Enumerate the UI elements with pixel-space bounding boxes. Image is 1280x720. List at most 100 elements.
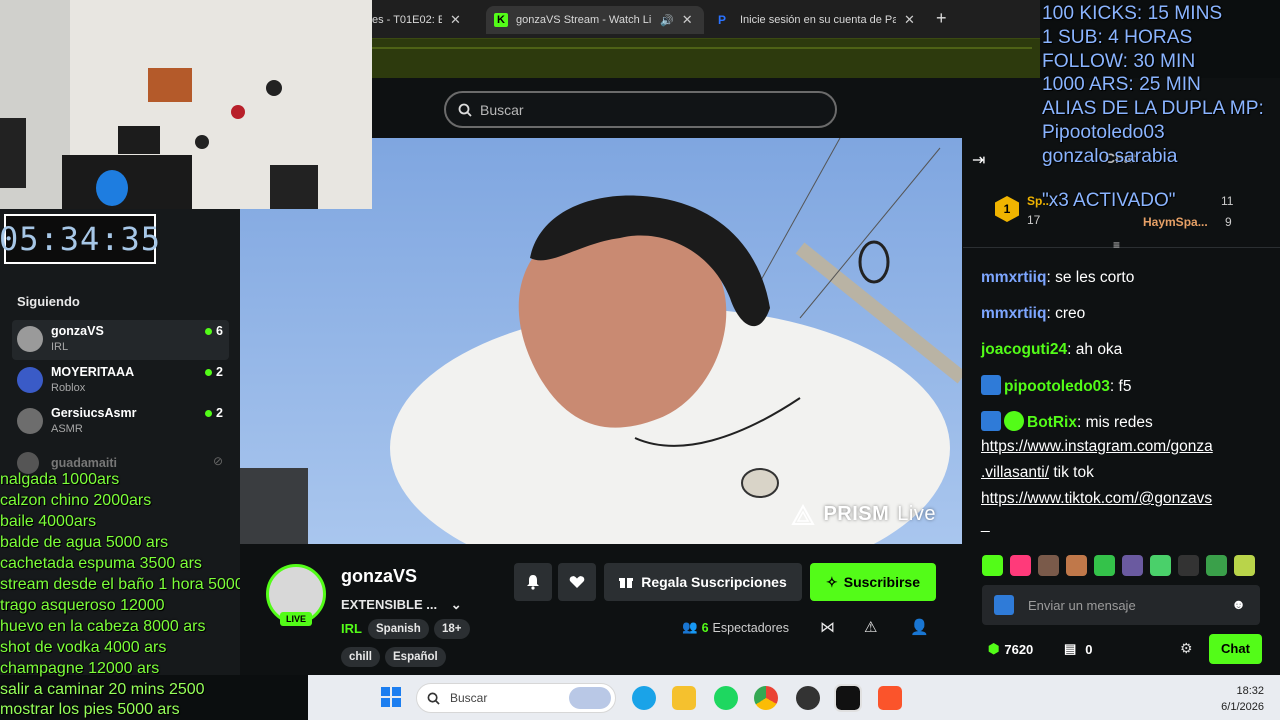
chat-text: _ — [981, 516, 990, 533]
instagram-link-cont[interactable]: .villasanti/ — [981, 464, 1049, 481]
close-tab-icon[interactable]: ✕ — [450, 12, 461, 28]
webcam-overlay — [0, 0, 372, 209]
close-tab-icon[interactable]: ✕ — [904, 12, 915, 28]
chat-input[interactable]: Enviar un mensaje ☻ — [982, 585, 1260, 625]
emote-icon[interactable] — [1094, 555, 1115, 576]
sidebar-item-guadamaiti[interactable]: guadamaiti ⊘ — [12, 450, 229, 474]
stream-title-text: EXTENSIBLE ... — [341, 597, 438, 612]
emote-icon[interactable] — [1234, 555, 1255, 576]
offline-icon: ⊘ — [212, 454, 223, 468]
user-plus-icon[interactable]: 👤 — [910, 618, 929, 636]
channel-name[interactable]: gonzaVS — [341, 566, 417, 587]
expand-icon[interactable]: ≡ — [1113, 238, 1120, 252]
prism-logo-icon — [791, 503, 816, 525]
obs-icon[interactable] — [796, 686, 820, 710]
emote-icon[interactable] — [1122, 555, 1143, 576]
price-item: salir a caminar 20 mins 2500 — [0, 680, 205, 698]
browser-tab-3[interactable]: P Inicie sesión en su cuenta de Pa ✕ — [712, 6, 924, 34]
goal-line: ALIAS DE LA DUPLA MP: — [1042, 98, 1264, 120]
viewer-count-label: Espectadores — [712, 620, 789, 635]
sparkle-icon: ✧ — [826, 573, 838, 590]
emote-icon[interactable] — [1206, 555, 1227, 576]
browser-tab-2[interactable]: K gonzaVS Stream - Watch Li 🔊 ✕ — [486, 6, 704, 34]
gift-subs-label: Regala Suscripciones — [641, 574, 787, 590]
instagram-link[interactable]: https://www.instagram.com/gonza — [981, 438, 1213, 455]
tag[interactable]: Español — [385, 647, 446, 667]
sidebar-item-gersiucsasmr[interactable]: GersiucsAsmr ASMR 2 — [12, 402, 229, 442]
chat-username[interactable]: BotRix — [1027, 414, 1077, 431]
edge-icon[interactable] — [632, 686, 656, 710]
browser-tab-bar: es - T01E02: El ✕ K gonzaVS Stream - Wat… — [372, 0, 1040, 38]
follow-button[interactable] — [558, 563, 596, 601]
report-icon[interactable]: ⚠ — [864, 618, 877, 636]
goal-line: gonzalo sarabia — [1042, 145, 1178, 167]
chat-username[interactable]: mmxrtiiq — [981, 269, 1046, 286]
chat-link[interactable]: https://www.instagram.com/gonza — [981, 438, 1213, 456]
file-explorer-icon[interactable] — [672, 686, 696, 710]
browser-tab-1[interactable]: es - T01E02: El ✕ — [372, 6, 482, 34]
avatar — [17, 326, 43, 352]
collapse-chat-icon[interactable]: ⇥ — [972, 150, 985, 170]
tab-title: Inicie sesión en su cuenta de Pa — [740, 14, 896, 26]
chat-message: pipootoledo03: f5 — [981, 375, 1131, 396]
notifications-button[interactable] — [514, 563, 552, 601]
channel-points[interactable]: ⬢ 7620 — [988, 641, 1033, 657]
taskbar-clock[interactable]: 18:32 6/1/2026 — [1208, 683, 1264, 715]
chevron-down-icon[interactable]: ⌄ — [451, 597, 462, 612]
kick-favicon-icon: K — [494, 13, 508, 27]
chest-count[interactable]: ▤ 0 — [1064, 641, 1093, 657]
chat-message: mmxrtiiq: se les corto — [981, 269, 1134, 287]
new-tab-button[interactable]: + — [936, 8, 947, 29]
emote-icon[interactable] — [1038, 555, 1059, 576]
tiktok-link[interactable]: https://www.tiktok.com/@gonzavs — [981, 490, 1212, 507]
tag[interactable]: 18+ — [434, 619, 470, 639]
search-input[interactable]: Buscar — [444, 91, 837, 128]
emote-icon[interactable] — [1066, 555, 1087, 576]
tab-title: gonzaVS Stream - Watch Li — [516, 14, 652, 26]
emote-icon[interactable] — [1178, 555, 1199, 576]
emoji-icon[interactable]: ☻ — [1231, 596, 1246, 612]
viewer-count: 2 — [205, 406, 223, 420]
brave-icon[interactable] — [878, 686, 902, 710]
sidebar-item-gonzavs[interactable]: gonzaVS IRL 6 — [12, 320, 229, 360]
chest-value: 0 — [1085, 641, 1093, 657]
chrome-icon[interactable] — [754, 686, 778, 710]
tag[interactable]: Spanish — [368, 619, 429, 639]
chat-line: .villasanti/ tik tok — [981, 464, 1094, 482]
tag[interactable]: chill — [341, 647, 381, 667]
gift-subs-button[interactable]: Regala Suscripciones — [604, 563, 802, 601]
taskbar-search[interactable]: Buscar — [416, 683, 616, 713]
goal-line: 100 KICKS: 15 MINS — [1042, 3, 1223, 24]
chat-text: creo — [1055, 305, 1086, 322]
moderator-badge-icon — [981, 375, 1001, 395]
tiktok-live-icon[interactable] — [834, 684, 862, 712]
taskbar-search-placeholder: Buscar — [450, 691, 488, 705]
chat-username[interactable]: pipootoledo03 — [1004, 378, 1110, 395]
channel-category: ASMR — [51, 423, 83, 435]
live-badge: LIVE — [280, 612, 312, 626]
price-item: calzon chino 2000ars — [0, 491, 152, 509]
chat-username[interactable]: mmxrtiiq — [981, 305, 1046, 322]
chat-link[interactable]: https://www.tiktok.com/@gonzavs — [981, 490, 1212, 508]
send-chat-button[interactable]: Chat — [1209, 634, 1262, 664]
share-icon[interactable]: ⋈ — [820, 618, 835, 636]
emote-icon[interactable] — [1150, 555, 1171, 576]
subscribe-button[interactable]: ✧ Suscribirse — [810, 563, 936, 601]
chat-separator: : — [1067, 341, 1076, 358]
goal-line: FOLLOW: 30 MIN — [1042, 50, 1196, 72]
goal-line: 1000 ARS: 25 MIN — [1042, 74, 1201, 96]
spotify-icon[interactable] — [714, 686, 738, 710]
emote-icon[interactable] — [982, 555, 1003, 576]
emote-icon[interactable] — [1010, 555, 1031, 576]
start-icon[interactable] — [381, 687, 401, 707]
settings-icon[interactable]: ⚙ — [1180, 640, 1193, 657]
viewer-count: 6 — [205, 324, 223, 338]
chat-username[interactable]: joacoguti24 — [981, 341, 1067, 358]
viewer-count: 2 — [205, 365, 223, 379]
stream-category[interactable]: IRL — [341, 621, 362, 636]
sidebar-item-moyeritaaa[interactable]: MOYERITAAA Roblox 2 — [12, 361, 229, 401]
speaker-icon[interactable]: 🔊 — [660, 14, 674, 27]
stream-title[interactable]: EXTENSIBLE ... ⌄ — [341, 597, 462, 613]
channel-name: guadamaiti — [51, 456, 117, 470]
close-tab-icon[interactable]: ✕ — [682, 12, 693, 28]
